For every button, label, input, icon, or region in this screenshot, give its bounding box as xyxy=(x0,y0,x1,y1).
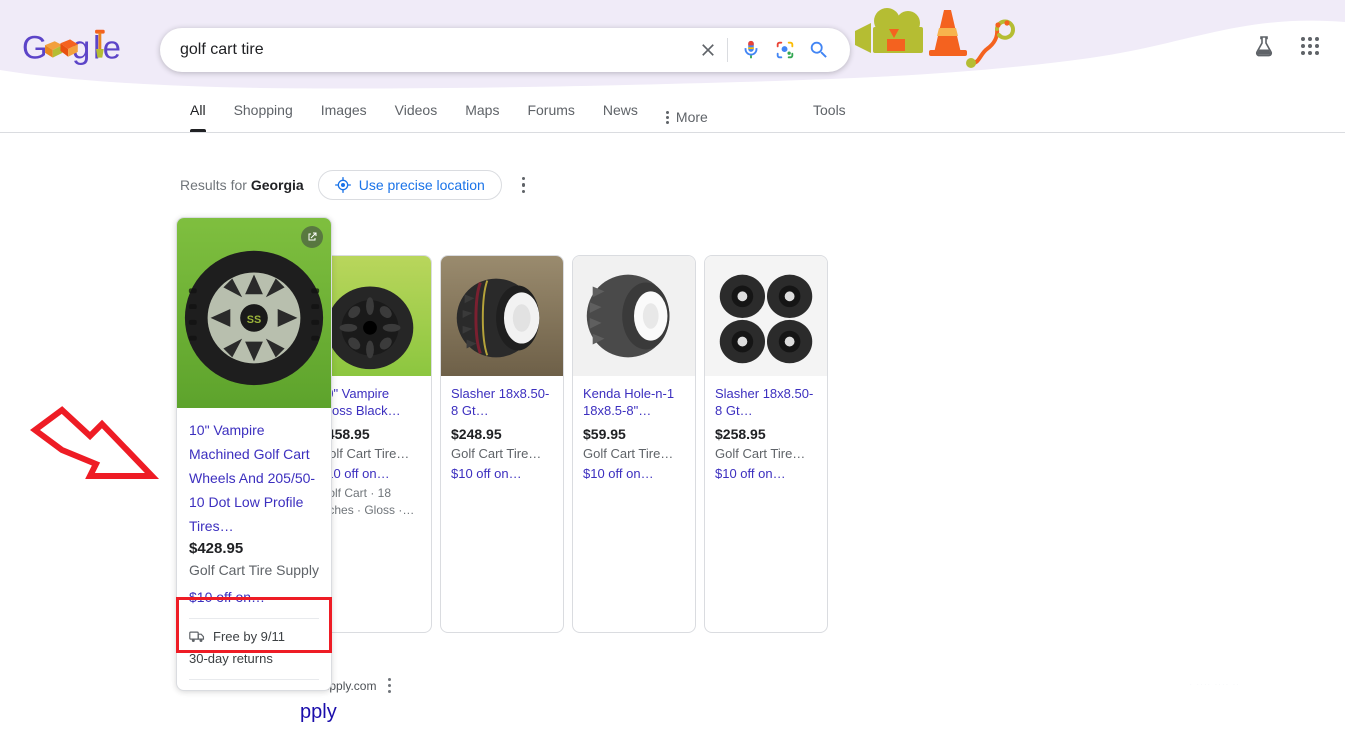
product-merchant: Golf Cart Tire… xyxy=(319,446,410,461)
search-divider xyxy=(727,38,728,62)
product-title[interactable]: 10" Vampire Machined Golf Cart Wheels An… xyxy=(189,418,319,538)
product-shipping: Free by 9/11 xyxy=(189,626,319,647)
product-info: Kenda Hole-n-1 18x8.5-8"… $59.95 Golf Ca… xyxy=(573,376,695,494)
svg-text:SS: SS xyxy=(247,314,261,326)
doodle-decorations xyxy=(855,8,1015,68)
result-site-name: ply xyxy=(300,660,720,678)
precise-location-label: Use precise location xyxy=(358,177,485,193)
tab-videos[interactable]: Videos xyxy=(381,95,452,132)
tab-shopping[interactable]: Shopping xyxy=(220,95,307,132)
navigation-bar: All Shopping Images Videos Maps Forums N… xyxy=(0,95,1345,133)
product-spec: Golf Cart · 18 inches · Gloss ·… xyxy=(319,486,415,517)
product-info: Slasher 18x8.50-8 Gt… $258.95 Golf Cart … xyxy=(705,376,827,494)
product-offer[interactable]: $10 off on… xyxy=(583,465,685,482)
google-doodle-logo[interactable]: G g l e xyxy=(22,27,122,71)
product-title[interactable]: Slasher 18x8.50-8 Gt… xyxy=(451,385,553,419)
tab-all[interactable]: All xyxy=(176,95,220,132)
page-header: G g l e xyxy=(0,0,1345,95)
product-card-featured[interactable]: SS 10" Vampire Machined Golf Cart Wheels… xyxy=(176,217,332,691)
labs-flask-icon[interactable] xyxy=(1251,33,1277,59)
product-title[interactable]: Kenda Hole-n-1 18x8.5-8"… xyxy=(583,385,685,419)
product-card[interactable]: Kenda Hole-n-1 18x8.5-8"… $59.95 Golf Ca… xyxy=(572,255,696,633)
product-offer[interactable]: $10 off on… xyxy=(451,465,553,482)
product-image: SS xyxy=(177,218,331,408)
product-offer[interactable]: $10 off on… xyxy=(319,465,421,482)
shipping-text: Free by 9/11 xyxy=(213,629,286,644)
product-title[interactable]: 10" Vampire Gloss Black… xyxy=(319,385,421,419)
product-merchant: Golf Cart Tire Supply xyxy=(189,562,319,578)
tab-news[interactable]: News xyxy=(589,95,652,132)
product-price: $258.95 xyxy=(715,426,766,442)
svg-text:e: e xyxy=(103,29,121,66)
result-title-link[interactable]: pply xyxy=(300,699,720,725)
organic-search-result: ply tiresupply.com pply xyxy=(300,660,720,725)
tab-more[interactable]: More xyxy=(652,95,722,132)
delivery-truck-icon xyxy=(189,631,205,642)
results-location-text: Results for Georgia xyxy=(180,177,304,193)
result-kebab-menu-icon[interactable] xyxy=(388,678,392,693)
product-returns: 30-day returns xyxy=(189,651,273,666)
product-offer[interactable]: $10 off on… xyxy=(715,465,817,482)
search-bar[interactable] xyxy=(160,28,850,72)
movie-camera-icon xyxy=(855,8,923,53)
tab-images[interactable]: Images xyxy=(307,95,381,132)
search-icon[interactable] xyxy=(802,28,836,72)
use-precise-location-button[interactable]: Use precise location xyxy=(317,170,502,200)
product-price: $428.95 xyxy=(189,540,244,557)
product-price: $458.95 xyxy=(319,426,370,442)
header-actions xyxy=(1251,33,1323,59)
product-price: $59.95 xyxy=(583,426,626,442)
google-lens-icon[interactable] xyxy=(768,28,802,72)
product-merchant: Golf Cart Tire… xyxy=(451,446,542,461)
product-image xyxy=(705,256,827,376)
kebab-menu-icon xyxy=(665,110,669,124)
product-price: $248.95 xyxy=(451,426,502,442)
stethoscope-icon xyxy=(966,19,1015,68)
result-url-row: tiresupply.com xyxy=(300,678,720,693)
product-card[interactable]: Slasher 18x8.50-8 Gt… $248.95 Golf Cart … xyxy=(440,255,564,633)
microphone-icon[interactable] xyxy=(734,28,768,72)
product-title[interactable]: Slasher 18x8.50-8 Gt… xyxy=(715,385,817,419)
external-link-icon[interactable] xyxy=(301,226,323,248)
svg-text:G: G xyxy=(22,29,47,66)
close-icon[interactable] xyxy=(691,28,725,72)
page-artifact: · ···· ···· ·· xyxy=(1190,682,1241,688)
traffic-cone-icon xyxy=(929,10,967,56)
red-pointer-arrow xyxy=(30,406,160,479)
search-tabs: All Shopping Images Videos Maps Forums N… xyxy=(176,95,722,133)
divider xyxy=(189,679,319,680)
location-target-icon xyxy=(334,177,351,193)
product-card[interactable]: Slasher 18x8.50-8 Gt… $258.95 Golf Cart … xyxy=(704,255,828,633)
location-row: Results for Georgia Use precise location xyxy=(180,170,531,200)
tab-maps[interactable]: Maps xyxy=(451,95,513,132)
product-info: 10" Vampire Machined Golf Cart Wheels An… xyxy=(177,408,331,690)
tab-forums[interactable]: Forums xyxy=(513,95,588,132)
search-input[interactable] xyxy=(160,29,691,71)
product-offer[interactable]: $10 off on… xyxy=(189,585,319,610)
product-image xyxy=(573,256,695,376)
product-merchant: Golf Cart Tire… xyxy=(583,446,674,461)
product-merchant: Golf Cart Tire… xyxy=(715,446,806,461)
product-image xyxy=(441,256,563,376)
divider xyxy=(189,618,319,619)
product-info: Slasher 18x8.50-8 Gt… $248.95 Golf Cart … xyxy=(441,376,563,494)
tools-button[interactable]: Tools xyxy=(805,95,854,132)
location-options-kebab-icon[interactable] xyxy=(516,173,532,198)
google-apps-grid-icon[interactable] xyxy=(1297,33,1323,59)
